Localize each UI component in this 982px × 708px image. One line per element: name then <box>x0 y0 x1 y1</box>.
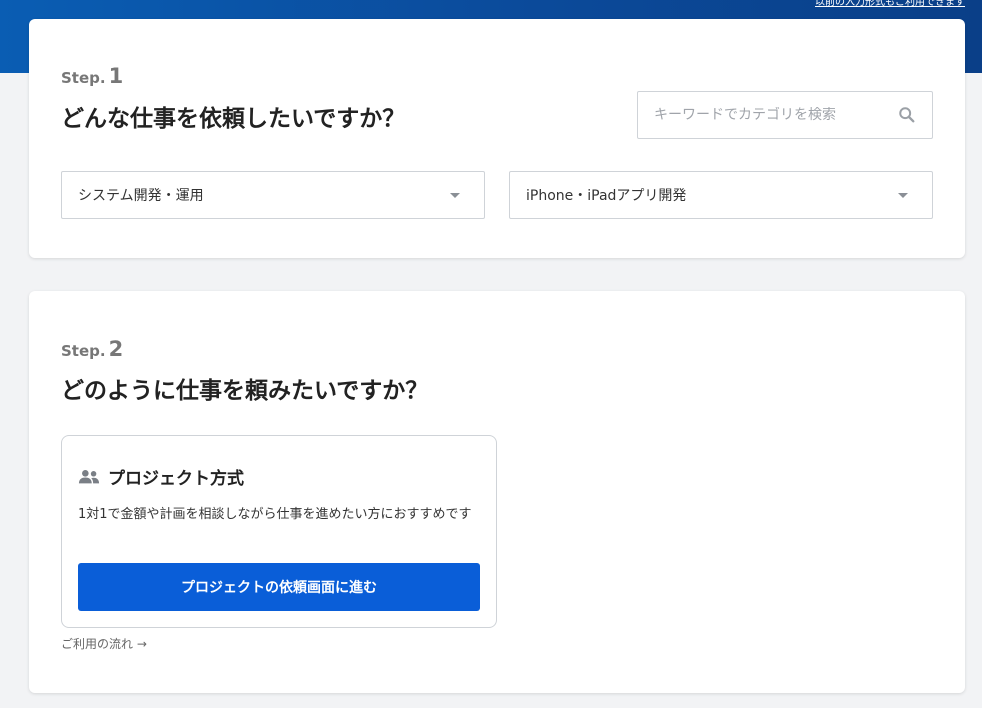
category-select[interactable]: システム開発・運用 <box>61 171 485 219</box>
search-icon[interactable] <box>898 106 916 124</box>
step-word: Step. <box>61 342 106 360</box>
step-number: 2 <box>108 337 124 361</box>
category-select-value: システム開発・運用 <box>78 188 204 204</box>
method-title: プロジェクト方式 <box>108 469 244 489</box>
people-icon <box>78 469 100 483</box>
step1-label: Step. 1 <box>61 64 123 88</box>
usage-flow-link[interactable]: ご利用の流れ → <box>61 635 147 652</box>
step2-title: どのように仕事を頼みたいですか？ <box>61 378 429 404</box>
category-search-input[interactable] <box>654 107 890 123</box>
step-number: 1 <box>108 64 124 88</box>
step1-card: Step.1 どんな仕事を依頼したいですか？ システム開発・運用 iPhone・… <box>29 19 965 258</box>
step1-title: どんな仕事を依頼したいですか？ <box>61 106 406 132</box>
method-header: プロジェクト方式 <box>78 464 244 489</box>
project-method-card: プロジェクト方式 1対1で金額や計画を相談しながら仕事を進めたい方におすすめです… <box>61 435 497 628</box>
step-word: Step. <box>61 69 106 87</box>
subcategory-select-value: iPhone・iPadアプリ開発 <box>526 188 687 204</box>
chevron-down-icon <box>898 192 908 198</box>
step2-card: Step. 2 どのように仕事を頼みたいですか？ プロジェクト方式 1対1で金額や… <box>29 291 965 693</box>
category-search-box[interactable] <box>637 91 933 139</box>
legacy-form-link[interactable]: 以前の入力形式もご利用できます <box>815 0 965 9</box>
subcategory-select[interactable]: iPhone・iPadアプリ開発 <box>509 171 933 219</box>
step2-label: Step. 2 <box>61 337 123 361</box>
project-request-button[interactable]: プロジェクトの依頼画面に進む <box>78 563 480 611</box>
chevron-down-icon <box>450 192 460 198</box>
method-description: 1対1で金額や計画を相談しながら仕事を進めたい方におすすめです <box>78 507 472 522</box>
